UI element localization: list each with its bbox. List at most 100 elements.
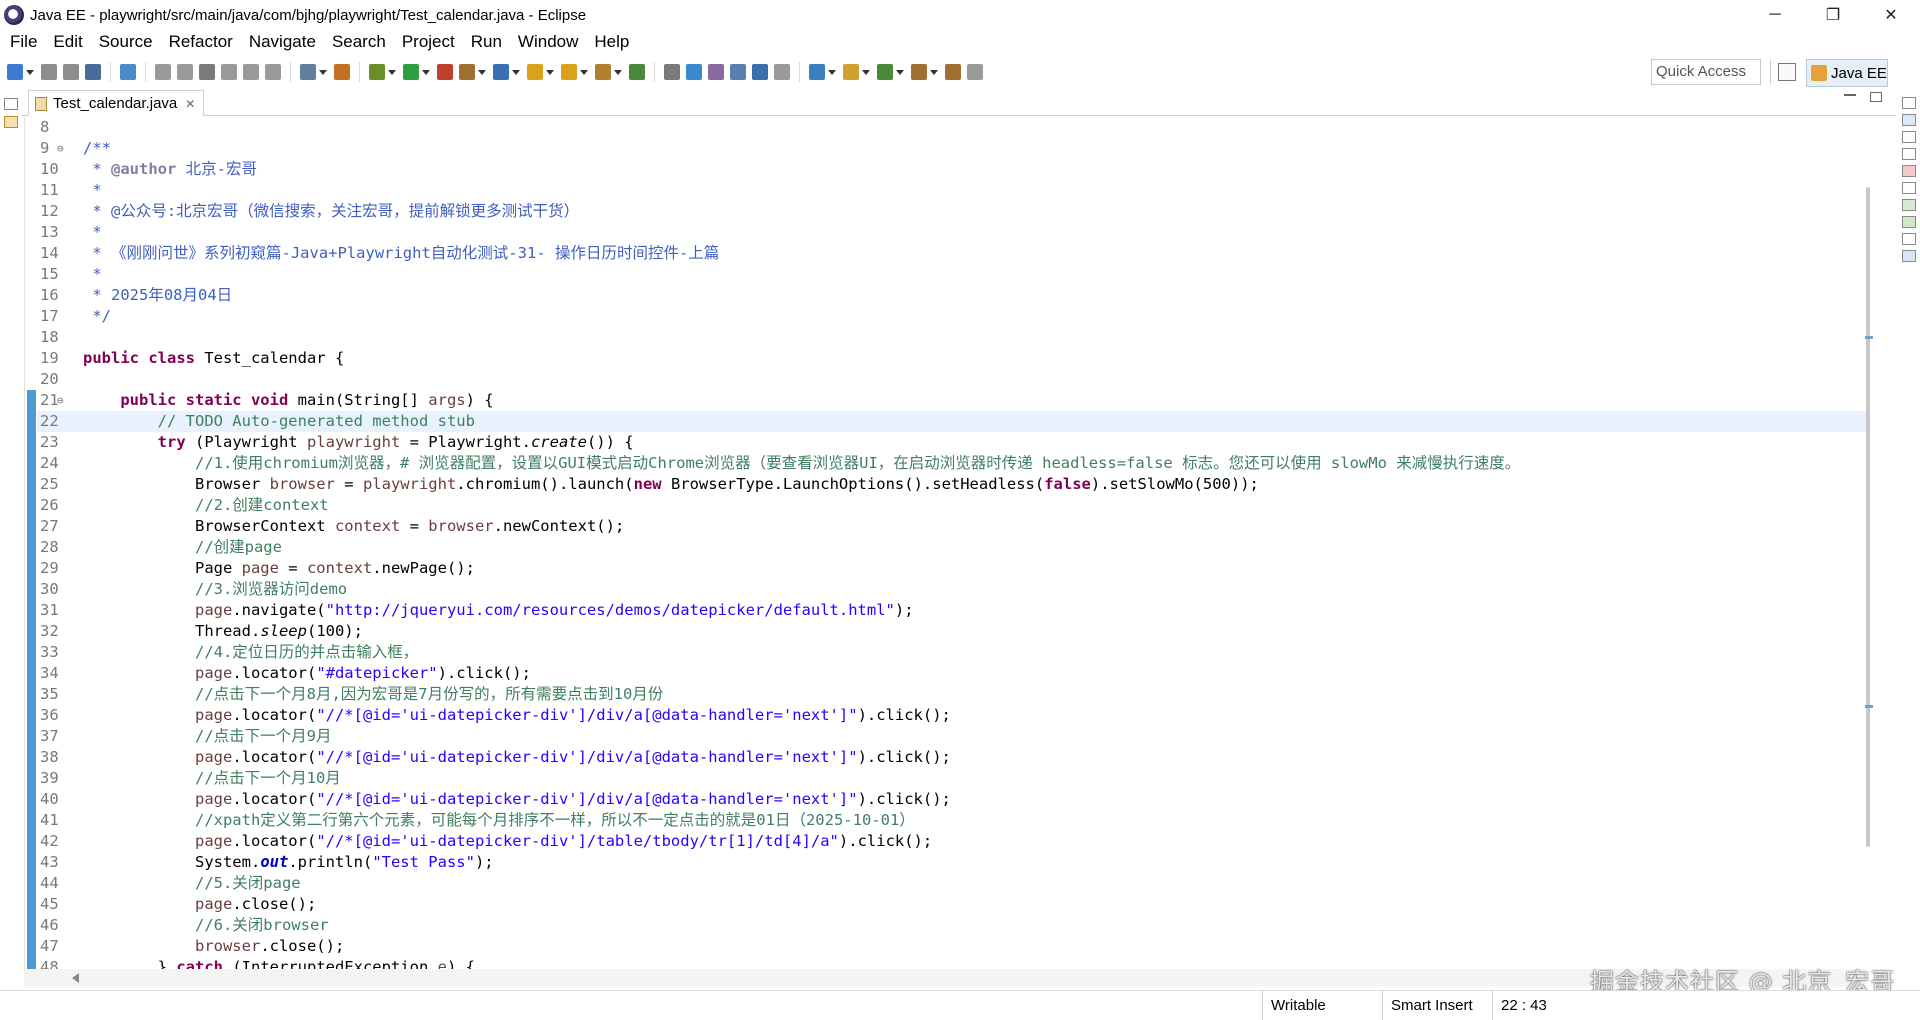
toolbar-tool-icon[interactable] [774, 64, 790, 80]
restore-view-icon[interactable] [1902, 97, 1916, 109]
dropdown-arrow-icon[interactable] [26, 69, 34, 75]
code-line[interactable]: 31 page.navigate("http://jqueryui.com/re… [37, 600, 1866, 621]
fold-toggle-icon[interactable]: ⊖ [57, 138, 64, 159]
code-line[interactable]: 35 //点击下一个月8月,因为宏哥是7月份写的，所有需要点击到10月份 [37, 684, 1866, 705]
code-line[interactable]: 42 page.locator("//*[@id='ui-datepicker-… [37, 831, 1866, 852]
code-line[interactable]: 41 //xpath定义第二行第六个元素，可能每个月排序不一样，所以不一定点击的… [37, 810, 1866, 831]
code-line[interactable]: 29 Page page = context.newPage(); [37, 558, 1866, 579]
code-line[interactable]: 40 page.locator("//*[@id='ui-datepicker-… [37, 789, 1866, 810]
menu-run[interactable]: Run [463, 30, 510, 54]
servers-view-icon[interactable] [1902, 199, 1916, 211]
dropdown-arrow-icon[interactable] [896, 69, 904, 75]
dropdown-arrow-icon[interactable] [422, 69, 430, 75]
code-line[interactable]: 27 BrowserContext context = browser.newC… [37, 516, 1866, 537]
menu-search[interactable]: Search [324, 30, 394, 54]
dropdown-arrow-icon[interactable] [828, 69, 836, 75]
menu-project[interactable]: Project [394, 30, 463, 54]
editor-tab-test-calendar[interactable]: Test_calendar.java ✕ [28, 90, 205, 116]
code-line[interactable]: 36 page.locator("//*[@id='ui-datepicker-… [37, 705, 1866, 726]
code-line[interactable]: 9 ⊖ /** [37, 138, 1866, 159]
toolbar-tool-icon[interactable] [221, 64, 237, 80]
code-line[interactable]: 19 public class Test_calendar { [37, 348, 1866, 369]
overview-marker[interactable] [1865, 336, 1873, 339]
toolbar-tool-icon[interactable] [41, 64, 57, 80]
toolbar-tool-icon[interactable] [730, 64, 746, 80]
restore-view-icon[interactable] [1902, 148, 1916, 160]
menu-help[interactable]: Help [586, 30, 637, 54]
dropdown-arrow-icon[interactable] [546, 69, 554, 75]
toolbar-tool-icon[interactable] [334, 64, 350, 80]
toolbar-tool-icon[interactable] [967, 64, 983, 80]
fold-toggle-icon[interactable]: ⊖ [57, 390, 64, 411]
code-line[interactable]: 26 //2.创建context [37, 495, 1866, 516]
toolbar-tool-icon[interactable] [664, 64, 680, 80]
toolbar-tool-icon[interactable] [708, 64, 724, 80]
code-line[interactable]: 22 // TODO Auto-generated method stub [37, 411, 1866, 432]
code-line[interactable]: 45 page.close(); [37, 894, 1866, 915]
toolbar-tool-icon[interactable] [199, 64, 215, 80]
dropdown-arrow-icon[interactable] [930, 69, 938, 75]
properties-view-icon[interactable] [1902, 182, 1916, 194]
close-tab-icon[interactable]: ✕ [185, 97, 195, 111]
toolbar-tool-icon[interactable] [369, 64, 385, 80]
code-line[interactable]: 34 page.locator("#datepicker").click(); [37, 663, 1866, 684]
toolbar-tool-icon[interactable] [63, 64, 79, 80]
maximize-pane-icon[interactable] [1870, 92, 1882, 102]
open-perspective-icon[interactable] [1778, 63, 1796, 81]
code-line[interactable]: 32 Thread.sleep(100); [37, 621, 1866, 642]
code-line[interactable]: 47 browser.close(); [37, 936, 1866, 957]
code-line[interactable]: 33 //4.定位日历的并点击输入框， [37, 642, 1866, 663]
menu-refactor[interactable]: Refactor [161, 30, 241, 54]
toolbar-tool-icon[interactable] [85, 64, 101, 80]
close-window-button[interactable]: ✕ [1862, 0, 1920, 30]
menu-file[interactable]: File [2, 30, 45, 54]
overview-marker[interactable] [1865, 705, 1873, 708]
dropdown-arrow-icon[interactable] [478, 69, 486, 75]
toolbar-tool-icon[interactable] [403, 64, 419, 80]
toolbar-tool-icon[interactable] [243, 64, 259, 80]
code-line[interactable]: 14 * 《刚刚问世》系列初窥篇-Java+Playwright自动化测试-31… [37, 243, 1866, 264]
toolbar-tool-icon[interactable] [120, 64, 136, 80]
code-line[interactable]: 44 //5.关闭page [37, 873, 1866, 894]
toolbar-tool-icon[interactable] [809, 64, 825, 80]
menu-window[interactable]: Window [510, 30, 586, 54]
menu-edit[interactable]: Edit [45, 30, 90, 54]
code-line[interactable]: 43 System.out.println("Test Pass"); [37, 852, 1866, 873]
menu-navigate[interactable]: Navigate [241, 30, 324, 54]
code-line[interactable]: 13 * [37, 222, 1866, 243]
dropdown-arrow-icon[interactable] [388, 69, 396, 75]
snippets-view-icon[interactable] [1902, 233, 1916, 245]
toolbar-tool-icon[interactable] [265, 64, 281, 80]
code-line[interactable]: 28 //创建page [37, 537, 1866, 558]
code-line[interactable]: 18 [37, 327, 1866, 348]
code-line[interactable]: 10 * @author 北京-宏哥 [37, 159, 1866, 180]
code-line[interactable]: 30 //3.浏览器访问demo [37, 579, 1866, 600]
restore-button[interactable]: ❐ [1804, 0, 1862, 30]
data-source-explorer-icon[interactable] [1902, 216, 1916, 228]
toolbar-tool-icon[interactable] [155, 64, 171, 80]
code-line[interactable]: 12 * @公众号:北京宏哥（微信搜索，关注宏哥，提前解锁更多测试干货） [37, 201, 1866, 222]
dropdown-arrow-icon[interactable] [862, 69, 870, 75]
code-lines[interactable]: 8 9 ⊖/** 10 * @author 北京-宏哥 11 * 12 * @公众号:北京… [37, 117, 1866, 969]
menu-source[interactable]: Source [91, 30, 161, 54]
code-line[interactable]: 20 [37, 369, 1866, 390]
dropdown-arrow-icon[interactable] [319, 69, 327, 75]
toolbar-tool-icon[interactable] [752, 64, 768, 80]
toolbar-tool-icon[interactable] [437, 64, 453, 80]
code-line[interactable]: 17 */ [37, 306, 1866, 327]
project-explorer-icon[interactable] [4, 116, 18, 128]
code-line[interactable]: 38 page.locator("//*[@id='ui-datepicker-… [37, 747, 1866, 768]
minimize-pane-icon[interactable] [1844, 94, 1856, 96]
toolbar-tool-icon[interactable] [595, 64, 611, 80]
markers-view-icon[interactable] [1902, 165, 1916, 177]
status-insert-mode[interactable]: Smart Insert [1382, 991, 1490, 1020]
toolbar-tool-icon[interactable] [7, 64, 23, 80]
task-list-icon[interactable] [1902, 131, 1916, 143]
perspective-java-ee-button[interactable]: Java EE [1806, 59, 1888, 87]
toolbar-tool-icon[interactable] [629, 64, 645, 80]
toolbar-tool-icon[interactable] [527, 64, 543, 80]
code-editor[interactable]: 8 9 ⊖/** 10 * @author 北京-宏哥 11 * 12 * @公众号:北京… [24, 117, 1866, 969]
code-line[interactable]: 46 //6.关闭browser [37, 915, 1866, 936]
code-line[interactable]: 37 //点击下一个月9月 [37, 726, 1866, 747]
toolbar-tool-icon[interactable] [843, 64, 859, 80]
